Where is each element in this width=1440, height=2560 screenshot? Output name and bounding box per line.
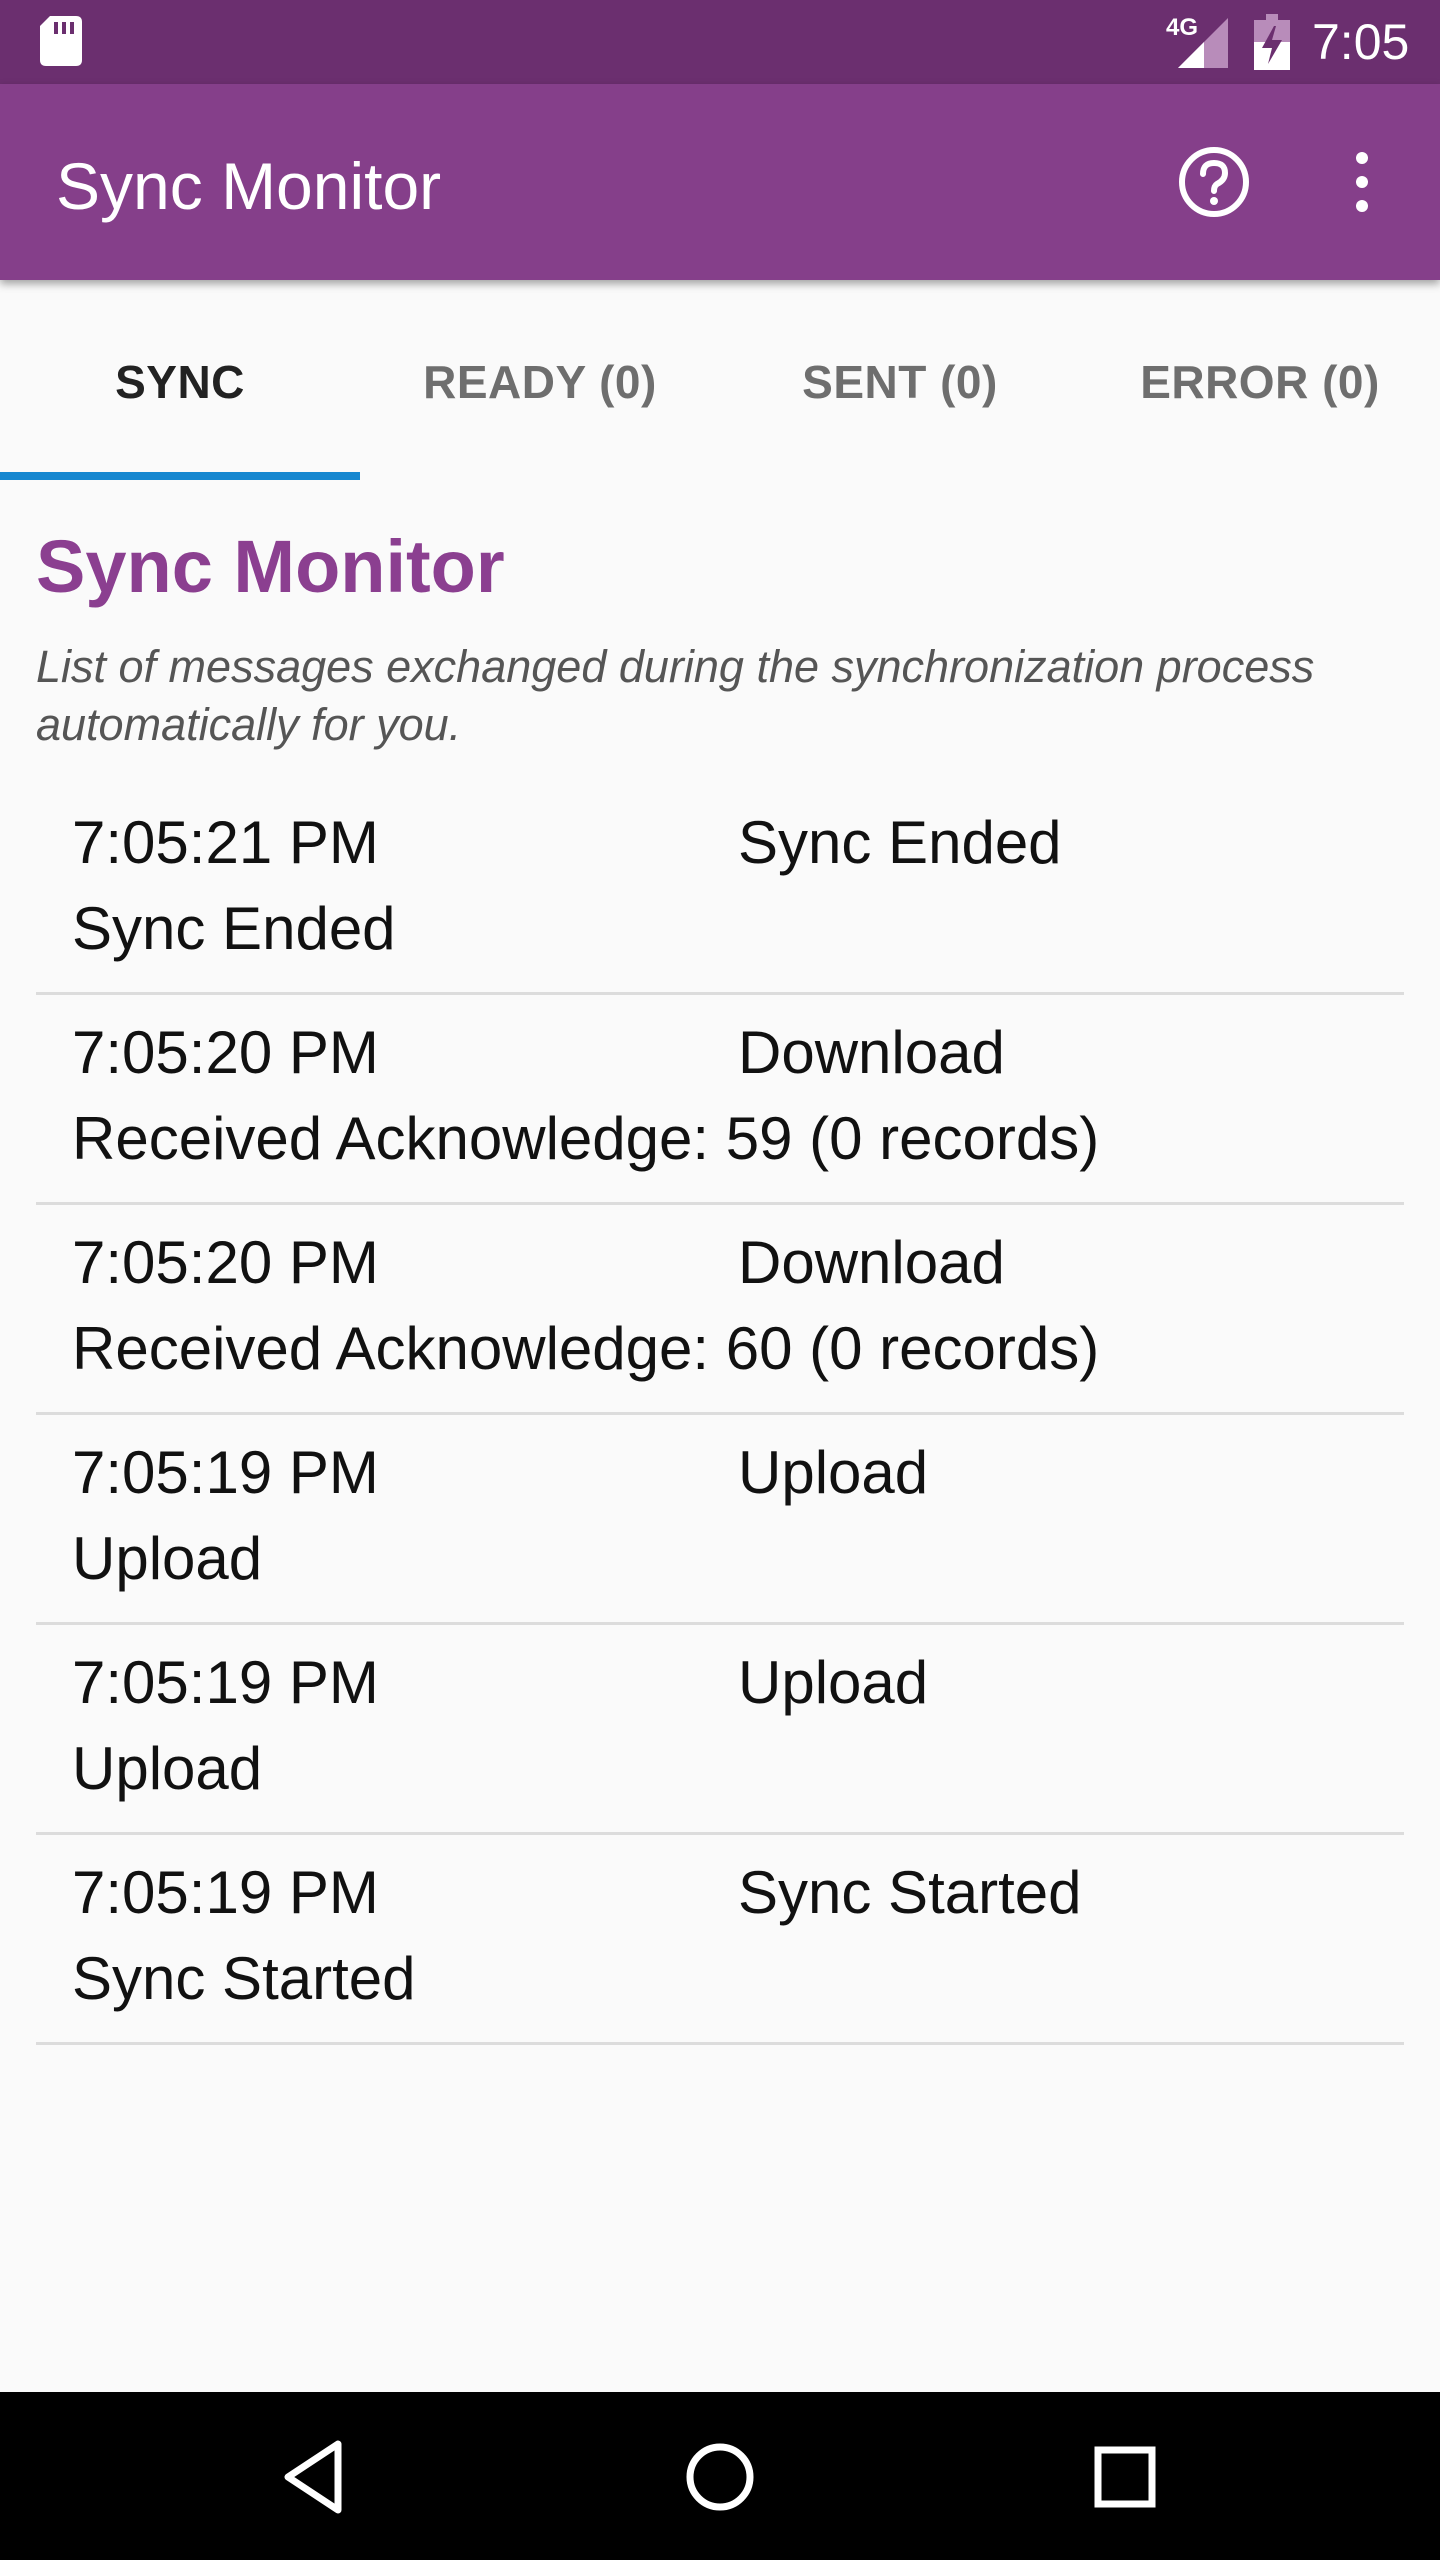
app-title: Sync Monitor xyxy=(56,149,442,223)
message-type: Upload xyxy=(738,1649,929,1716)
message-type: Download xyxy=(738,1019,1005,1086)
back-icon[interactable] xyxy=(270,2432,360,2522)
message-time: 7:05:19 PM xyxy=(72,1859,379,1926)
message-time: 7:05:19 PM xyxy=(72,1439,379,1506)
battery-charging-icon xyxy=(1254,14,1290,70)
message-type: Download xyxy=(738,1229,1005,1296)
message-detail: Upload xyxy=(72,1735,263,1802)
tab-sent[interactable]: SENT (0) xyxy=(720,280,1080,480)
message-detail: Received Acknowledge: 59 (0 records) xyxy=(72,1105,1100,1172)
page-heading: Sync Monitor xyxy=(36,525,505,608)
sd-card-icon xyxy=(40,16,82,66)
list-item[interactable]: 7:05:19 PM Upload Upload xyxy=(36,1625,1404,1835)
message-type: Sync Started xyxy=(738,1859,1082,1926)
tab-sync[interactable]: SYNC xyxy=(0,280,360,480)
message-detail: Received Acknowledge: 60 (0 records) xyxy=(72,1315,1100,1382)
message-type: Upload xyxy=(738,1439,929,1506)
tab-indicator xyxy=(0,472,360,480)
list-item[interactable]: 7:05:20 PM Download Received Acknowledge… xyxy=(36,1205,1404,1415)
list-item[interactable]: 7:05:20 PM Download Received Acknowledge… xyxy=(36,995,1404,1205)
list-item[interactable]: 7:05:19 PM Sync Started Sync Started xyxy=(36,1835,1404,2045)
recents-icon[interactable] xyxy=(1080,2432,1170,2522)
list-item[interactable]: 7:05:21 PM Sync Ended Sync Ended xyxy=(36,785,1404,995)
help-icon[interactable] xyxy=(1176,144,1252,220)
system-nav-bar xyxy=(0,2392,1440,2560)
status-clock: 7:05 xyxy=(1312,14,1410,70)
message-time: 7:05:21 PM xyxy=(72,809,379,876)
more-vert-icon[interactable] xyxy=(1334,144,1390,220)
message-detail: Upload xyxy=(72,1525,263,1592)
status-bar: 4G 7:05 xyxy=(0,0,1440,84)
signal-icon xyxy=(1178,18,1228,68)
message-detail: Sync Ended xyxy=(72,895,396,962)
message-time: 7:05:20 PM xyxy=(72,1229,379,1296)
home-icon[interactable] xyxy=(675,2432,765,2522)
tab-bar: SYNC READY (0) SENT (0) ERROR (0) xyxy=(0,280,1440,480)
page-description: List of messages exchanged during the sy… xyxy=(36,641,1315,750)
message-time: 7:05:19 PM xyxy=(72,1649,379,1716)
tab-ready[interactable]: READY (0) xyxy=(360,280,720,480)
message-time: 7:05:20 PM xyxy=(72,1019,379,1086)
app-bar: Sync Monitor xyxy=(0,84,1440,280)
message-detail: Sync Started xyxy=(72,1945,416,2012)
message-list: 7:05:21 PM Sync Ended Sync Ended 7:05:20… xyxy=(36,785,1404,2045)
tab-error[interactable]: ERROR (0) xyxy=(1080,280,1440,480)
message-type: Sync Ended xyxy=(738,809,1062,876)
list-item[interactable]: 7:05:19 PM Upload Upload xyxy=(36,1415,1404,1625)
